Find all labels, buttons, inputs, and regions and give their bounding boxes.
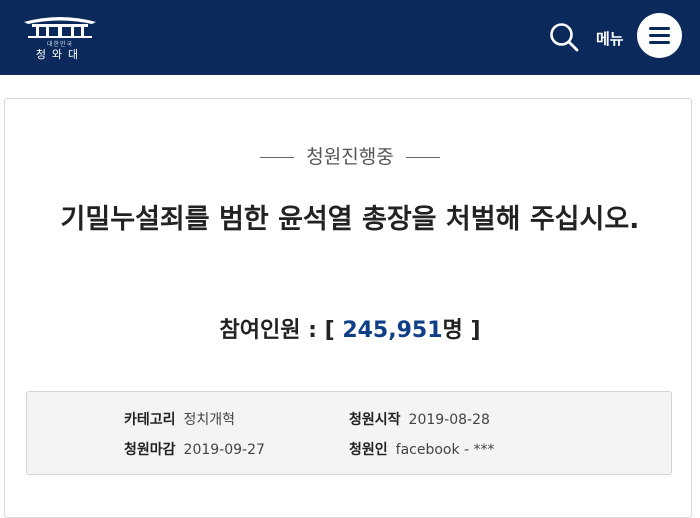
end-value: 2019-09-27 [183,442,265,458]
logo-icon [24,17,96,38]
category-label: 카테고리 [124,412,176,428]
count-bracket-close: ] [470,318,481,343]
count-value: 245,951 [342,318,443,343]
menu-label[interactable]: 메뉴 [596,28,624,49]
top-header: 대한민국 청와대 메뉴 [0,0,700,75]
search-button[interactable] [548,21,580,53]
menu-button[interactable] [637,13,682,58]
petition-title: 기밀누설죄를 범한 윤석열 총장을 처벌해 주십시오. [60,204,640,235]
count-bracket-open: [ [324,318,335,343]
count-unit: 명 [442,318,463,343]
cheongwadae-logo[interactable]: 대한민국 청와대 [18,12,102,61]
status-text: 청원진행중 [306,146,394,168]
author-value: facebook - *** [395,442,495,458]
info-author: 청원인 facebook - *** [349,439,495,459]
info-category: 카테고리 정치개혁 [124,409,235,429]
info-end-date: 청원마감 2019-09-27 [124,439,265,459]
status-divider-right [405,157,440,158]
category-value: 정치개혁 [183,412,236,428]
start-value: 2019-08-28 [408,412,490,428]
petition-status: 청원진행중 [0,142,700,169]
info-start-date: 청원시작 2019-08-28 [349,409,490,429]
start-label: 청원시작 [349,412,401,428]
count-label: 참여인원 : [219,318,317,343]
status-divider-left [260,157,295,158]
author-label: 청원인 [349,442,388,458]
participant-count: 참여인원 : [ 245,951명 ] [0,312,700,344]
end-label: 청원마감 [124,442,176,458]
petition-info-box: 카테고리 정치개혁 청원시작 2019-08-28 청원마감 2019-09-27 청… [26,391,672,475]
logo-title: 청와대 [35,48,85,61]
search-icon [550,23,579,52]
